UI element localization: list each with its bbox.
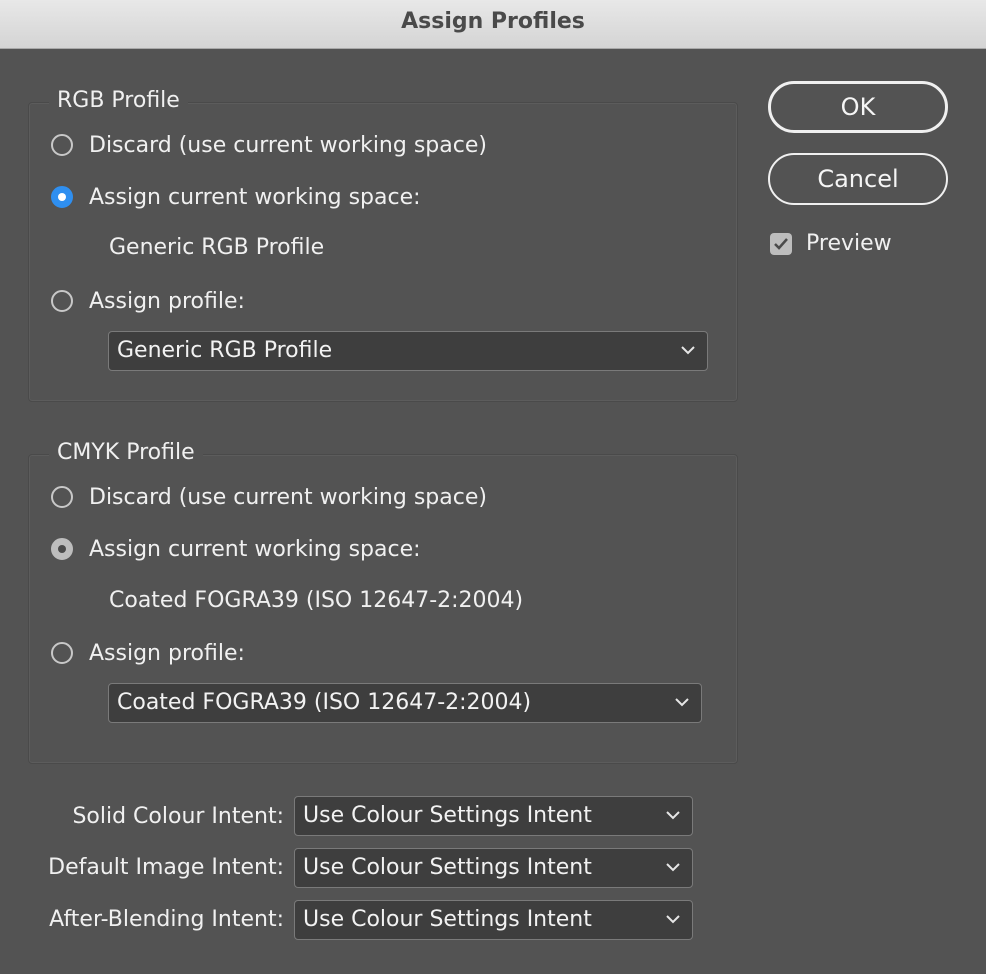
rgb-discard-radio[interactable]: [51, 134, 73, 156]
chevron-down-icon: [666, 863, 680, 872]
cmyk-profile-select[interactable]: Coated FOGRA39 (ISO 12647-2:2004): [108, 683, 702, 723]
preview-checkbox[interactable]: [770, 232, 792, 255]
default-image-intent-select[interactable]: Use Colour Settings Intent: [294, 848, 693, 888]
cmyk-assign-profile-option[interactable]: Assign profile:: [51, 638, 245, 668]
preview-option[interactable]: Preview: [770, 231, 892, 256]
rgb-assign-current-radio[interactable]: [51, 186, 73, 208]
chevron-down-icon: [666, 915, 680, 924]
rgb-profile-select[interactable]: Generic RGB Profile: [108, 331, 708, 371]
rgb-discard-label: Discard (use current working space): [89, 132, 487, 158]
assign-profiles-dialog: Assign Profiles RGB Profile Discard (use…: [0, 0, 986, 974]
rgb-assign-current-option[interactable]: Assign current working space:: [51, 182, 421, 212]
rgb-profile-select-value: Generic RGB Profile: [117, 338, 333, 363]
chevron-down-icon: [675, 698, 689, 707]
default-image-intent-value: Use Colour Settings Intent: [303, 855, 592, 880]
cmyk-group-title: CMYK Profile: [49, 439, 203, 467]
cmyk-assign-current-radio[interactable]: [51, 538, 73, 560]
cmyk-assign-current-label: Assign current working space:: [89, 536, 421, 562]
cmyk-assign-current-option[interactable]: Assign current working space:: [51, 534, 421, 564]
rgb-assign-profile-label: Assign profile:: [89, 288, 245, 314]
chevron-down-icon: [666, 811, 680, 820]
cancel-button[interactable]: Cancel: [768, 153, 948, 205]
after-blending-intent-label: After-Blending Intent:: [49, 907, 284, 932]
cmyk-assign-profile-radio[interactable]: [51, 642, 73, 664]
rgb-assign-profile-radio[interactable]: [51, 290, 73, 312]
checkmark-icon: [774, 237, 788, 250]
rgb-assign-profile-option[interactable]: Assign profile:: [51, 286, 245, 316]
cmyk-discard-radio[interactable]: [51, 486, 73, 508]
after-blending-intent-value: Use Colour Settings Intent: [303, 907, 592, 932]
default-image-intent-label: Default Image Intent:: [48, 855, 284, 880]
cmyk-discard-label: Discard (use current working space): [89, 484, 487, 510]
rgb-profile-group: RGB Profile Discard (use current working…: [28, 87, 738, 402]
dialog-title: Assign Profiles: [0, 0, 986, 49]
after-blending-intent-select[interactable]: Use Colour Settings Intent: [294, 900, 693, 940]
rgb-current-profile: Generic RGB Profile: [109, 235, 325, 260]
solid-colour-intent-label: Solid Colour Intent:: [72, 804, 284, 829]
rgb-group-title: RGB Profile: [49, 87, 188, 115]
cmyk-profile-select-value: Coated FOGRA39 (ISO 12647-2:2004): [117, 690, 532, 715]
solid-colour-intent-value: Use Colour Settings Intent: [303, 803, 592, 828]
cmyk-current-profile: Coated FOGRA39 (ISO 12647-2:2004): [109, 588, 524, 613]
ok-button[interactable]: OK: [768, 81, 948, 133]
solid-colour-intent-select[interactable]: Use Colour Settings Intent: [294, 796, 693, 836]
preview-label: Preview: [806, 231, 892, 256]
chevron-down-icon: [681, 346, 695, 355]
cmyk-assign-profile-label: Assign profile:: [89, 640, 245, 666]
rgb-assign-current-label: Assign current working space:: [89, 184, 421, 210]
cmyk-profile-group: CMYK Profile Discard (use current workin…: [28, 439, 738, 764]
rgb-discard-option[interactable]: Discard (use current working space): [51, 130, 487, 160]
cmyk-discard-option[interactable]: Discard (use current working space): [51, 482, 487, 512]
